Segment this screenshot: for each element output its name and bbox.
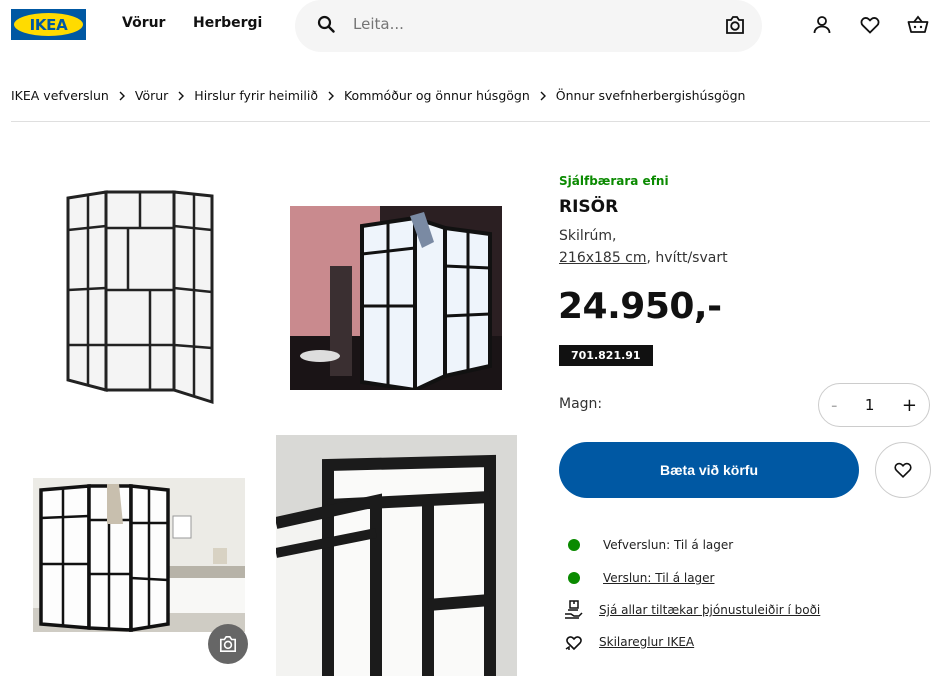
quantity-decrease-button[interactable]: - <box>831 395 838 416</box>
services-link[interactable]: Sjá allar tiltækar þjónustuleiðir í boði <box>599 603 820 617</box>
logo-text: IKEA <box>29 15 68 34</box>
quantity-increase-button[interactable]: + <box>902 395 917 416</box>
add-to-cart-button[interactable]: Bæta við körfu <box>559 442 859 498</box>
camera-icon[interactable] <box>724 15 746 35</box>
breadcrumb-item[interactable]: Hirslur fyrir heimilið <box>194 88 318 103</box>
product-image-detail[interactable] <box>276 435 517 676</box>
returns-policy-link[interactable]: Skilareglur IKEA <box>599 635 694 649</box>
breadcrumb-item[interactable]: Kommóður og önnur húsgögn <box>344 88 530 103</box>
store-availability[interactable]: Verslun: Til á lager <box>564 571 714 585</box>
breadcrumb: IKEA vefverslun Vörur Hirslur fyrir heim… <box>11 88 745 103</box>
nav-vorur[interactable]: Vörur <box>122 15 165 31</box>
chevron-right-icon <box>119 91 125 100</box>
ikea-logo[interactable]: IKEA <box>11 9 86 40</box>
services-row[interactable]: Sjá allar tiltækar þjónustuleiðir í boði <box>564 600 820 620</box>
delivery-icon <box>565 600 583 619</box>
product-image-room[interactable] <box>290 206 502 390</box>
breadcrumb-item[interactable]: Vörur <box>135 88 168 103</box>
online-availability-text: Vefverslun: Til á lager <box>603 538 734 552</box>
search-icon[interactable] <box>317 15 335 33</box>
chevron-right-icon <box>328 91 334 100</box>
quantity-label: Magn: <box>559 396 603 412</box>
logo-oval: IKEA <box>14 13 83 36</box>
search-input[interactable] <box>353 15 693 33</box>
store-availability-link[interactable]: Verslun: Til á lager <box>603 571 714 585</box>
article-number: 701.821.91 <box>559 345 653 366</box>
nav-herbergi[interactable]: Herbergi <box>193 15 262 31</box>
stock-indicator <box>568 572 580 584</box>
returns-row[interactable]: Skilareglur IKEA <box>564 632 694 652</box>
divider <box>11 121 930 122</box>
camera-icon <box>219 635 237 653</box>
quantity-stepper: - 1 + <box>818 383 930 427</box>
returns-icon <box>565 636 582 651</box>
product-color: , hvítt/svart <box>646 250 728 266</box>
product-image-main[interactable] <box>50 180 230 410</box>
quantity-value[interactable]: 1 <box>865 396 875 414</box>
product-price: 24.950,- <box>558 286 722 327</box>
sustainability-badge: Sjálfbærara efni <box>559 174 669 188</box>
heart-icon <box>894 462 912 478</box>
chevron-right-icon <box>540 91 546 100</box>
product-size-line: 216x185 cm, hvítt/svart <box>559 250 728 266</box>
product-name: RISÖR <box>559 197 619 217</box>
user-icon[interactable] <box>811 14 833 36</box>
product-image-bedroom[interactable] <box>33 478 245 632</box>
breadcrumb-item[interactable]: Önnur svefnherbergishúsgögn <box>556 88 746 103</box>
cart-icon[interactable] <box>907 14 929 36</box>
image-search-button[interactable] <box>208 624 248 664</box>
product-dimensions-link[interactable]: 216x185 cm <box>559 250 647 266</box>
product-type: Skilrúm, <box>559 228 617 244</box>
online-availability: Vefverslun: Til á lager <box>564 538 733 552</box>
stock-indicator <box>568 539 580 551</box>
heart-icon[interactable] <box>859 14 881 36</box>
breadcrumb-item[interactable]: IKEA vefverslun <box>11 88 109 103</box>
favourite-button[interactable] <box>875 442 931 498</box>
chevron-right-icon <box>178 91 185 100</box>
